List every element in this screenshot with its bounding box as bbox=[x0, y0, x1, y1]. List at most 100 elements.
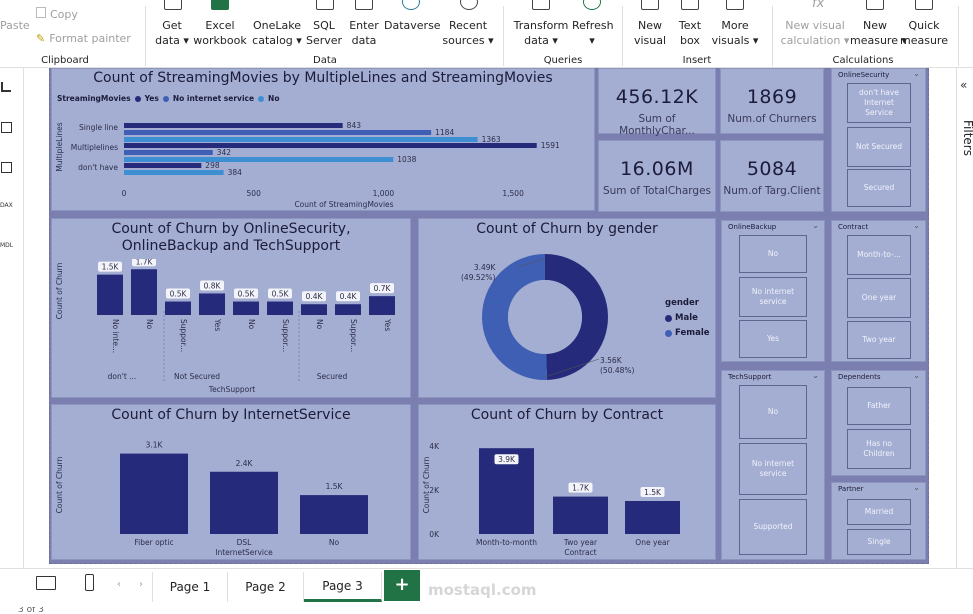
category-label: Multiplelines bbox=[71, 143, 118, 152]
churn-by-internet-service-chart[interactable]: Count of Churn by InternetService 3.1K Fi… bbox=[51, 404, 411, 560]
group-insert: Insert bbox=[682, 55, 712, 66]
category-label: Yes bbox=[213, 318, 222, 331]
paste-button[interactable]: Paste bbox=[0, 18, 30, 33]
slicer-item[interactable]: Secured bbox=[847, 169, 911, 207]
legend-item[interactable]: No bbox=[268, 94, 279, 103]
slicer-item[interactable]: Father bbox=[847, 387, 911, 425]
slicer-partner[interactable]: Partner ⌄ Married Single bbox=[831, 482, 926, 560]
chevron-down-icon[interactable]: ⌄ bbox=[812, 221, 819, 230]
slicer-online-backup[interactable]: OnlineBackup ⌄ No No internet service Yes bbox=[721, 220, 825, 362]
get-data-button[interactable]: Get data ▾ bbox=[152, 18, 192, 48]
chevron-down-icon[interactable]: ⌄ bbox=[913, 221, 920, 230]
data-label: 1.5K bbox=[644, 488, 662, 497]
chevron-down-icon[interactable]: ⌄ bbox=[913, 371, 920, 380]
format-painter-button[interactable]: ✎ Format painter bbox=[36, 31, 131, 46]
slicer-item[interactable]: No internet service bbox=[739, 443, 807, 495]
y-axis-label: MultipleLines bbox=[55, 122, 64, 171]
legend-item[interactable]: Yes bbox=[145, 94, 159, 103]
dataverse-button[interactable]: Dataverse bbox=[384, 18, 441, 33]
y-tick-label: 0K bbox=[429, 530, 440, 539]
slicer-online-security[interactable]: OnlineSecurity ⌄ don't have Internet Serv… bbox=[831, 68, 926, 212]
transform-data-button[interactable]: Transform data ▾ bbox=[510, 18, 572, 48]
slicer-item[interactable]: Two year bbox=[847, 321, 911, 359]
category-label: Suppor... bbox=[349, 319, 358, 352]
chevron-down-icon[interactable]: ⌄ bbox=[913, 483, 920, 492]
onelake-button[interactable]: OneLake catalog ▾ bbox=[250, 18, 304, 48]
add-page-button[interactable]: + bbox=[384, 570, 420, 601]
churn-by-contract-chart[interactable]: Count of Churn by Contract 4K 2K 0K 3.9K Mon… bbox=[418, 404, 716, 560]
desktop-layout-icon[interactable] bbox=[36, 576, 56, 590]
new-visual-calculation-button[interactable]: New visual calculation ▾ bbox=[776, 18, 854, 48]
legend-item-male[interactable]: Male bbox=[665, 311, 710, 326]
category-label: No inte... bbox=[111, 319, 120, 353]
recent-sources-button[interactable]: Recent sources ▾ bbox=[440, 18, 496, 48]
enter-label-2: data bbox=[351, 34, 377, 47]
sql-server-button[interactable]: SQL Server bbox=[306, 18, 342, 48]
slicer-item[interactable]: Not Secured bbox=[847, 127, 911, 167]
bar bbox=[124, 123, 343, 128]
slicer-item[interactable]: No internet service bbox=[739, 277, 807, 317]
chevron-down-icon[interactable]: ⌄ bbox=[913, 69, 920, 78]
kpi-value: 1869 bbox=[746, 86, 798, 108]
slicer-item[interactable]: No bbox=[739, 385, 807, 439]
model-view-icon[interactable] bbox=[1, 162, 12, 173]
text-box-button[interactable]: Text box bbox=[672, 18, 708, 48]
kpi-card-target-clients[interactable]: 5084 Num.of Targ.Client bbox=[720, 140, 824, 212]
prev-page-icon[interactable]: ‹ bbox=[117, 579, 121, 590]
divider bbox=[622, 6, 623, 66]
slicer-item[interactable]: don't have Internet Service bbox=[847, 83, 911, 123]
kpi-card-churners[interactable]: 1869 Num.of Churners bbox=[720, 68, 824, 134]
chevron-down-icon[interactable]: ⌄ bbox=[812, 371, 819, 380]
page-tab-2[interactable]: Page 2 bbox=[228, 572, 304, 602]
category-label: Suppor... bbox=[179, 319, 188, 352]
churn-by-security-chart[interactable]: Count of Churn by OnlineSecurity, Online… bbox=[51, 218, 411, 398]
refresh-button[interactable]: Refresh ▾ bbox=[572, 18, 614, 48]
label-pct: (49.52%) bbox=[461, 273, 496, 282]
kpi-card-total-charges[interactable]: 16.06M Sum of TotalCharges bbox=[598, 140, 716, 212]
dax-view-icon[interactable]: DAX bbox=[0, 202, 13, 209]
category-label: Two year bbox=[563, 538, 598, 547]
chart-plot: 1.5K No inte... 1.7K No 0.5K Suppor... 0.8K Yes… bbox=[55, 259, 395, 394]
onelake-label-2: catalog ▾ bbox=[252, 34, 302, 47]
table-view-icon[interactable] bbox=[1, 122, 12, 133]
donut-hole bbox=[508, 280, 582, 354]
filters-pane[interactable]: « Filters bbox=[956, 68, 973, 572]
legend-item-female[interactable]: Female bbox=[665, 326, 710, 341]
slicer-item[interactable]: Has no Children bbox=[847, 429, 911, 469]
legend-swatch-no bbox=[258, 95, 265, 102]
copy-label: Copy bbox=[50, 8, 78, 21]
page-tab-3[interactable]: Page 3 bbox=[304, 572, 382, 602]
divider bbox=[503, 6, 504, 66]
report-view-icon[interactable] bbox=[1, 82, 11, 92]
slicer-item[interactable]: Single bbox=[847, 529, 911, 555]
copy-button[interactable]: Copy bbox=[36, 7, 78, 22]
slicer-tech-support[interactable]: TechSupport ⌄ No No internet service Supp… bbox=[721, 370, 825, 560]
slicer-dependents[interactable]: Dependents ⌄ Father Has no Children bbox=[831, 370, 926, 476]
quick-measure-button[interactable]: Quick measure bbox=[900, 18, 948, 48]
streaming-movies-chart[interactable]: Count of StreamingMovies by MultipleLine… bbox=[51, 68, 595, 211]
slicer-item[interactable]: Yes bbox=[739, 320, 807, 358]
next-page-icon[interactable]: › bbox=[139, 579, 143, 590]
kpi-card-monthly-charges[interactable]: 456.12K Sum of MonthlyChar... bbox=[598, 68, 716, 137]
excel-button[interactable]: Excel workbook bbox=[192, 18, 248, 48]
mobile-layout-icon[interactable] bbox=[85, 574, 94, 591]
more-visuals-button[interactable]: More visuals ▾ bbox=[710, 18, 760, 48]
category-label: No bbox=[247, 319, 256, 330]
slicer-item[interactable]: Month-to-... bbox=[847, 235, 911, 275]
slicer-contract[interactable]: Contract ⌄ Month-to-... One year Two year bbox=[831, 220, 926, 362]
slicer-item[interactable]: One year bbox=[847, 278, 911, 318]
slicer-item[interactable]: No bbox=[739, 235, 807, 273]
slicer-item[interactable]: Married bbox=[847, 499, 911, 525]
enter-data-button[interactable]: Enter data bbox=[346, 18, 382, 48]
new-visual-button[interactable]: New visual bbox=[628, 18, 672, 48]
legend-item[interactable]: No internet service bbox=[173, 94, 254, 103]
group-label: Not Secured bbox=[174, 372, 220, 381]
collapse-icon[interactable]: « bbox=[960, 78, 967, 92]
page-tab-1[interactable]: Page 1 bbox=[152, 572, 228, 602]
tmdl-view-icon[interactable]: MDL bbox=[0, 242, 13, 249]
chart-plot: 3.1K Fiber optic 2.4K DSL 1.5K No InternetServ… bbox=[55, 441, 368, 557]
churn-by-gender-chart[interactable]: Count of Churn by gender 3.49K (49.52%) 3… bbox=[418, 218, 716, 398]
new-measure-button[interactable]: New measure ▾ bbox=[850, 18, 907, 48]
excel-label-2: workbook bbox=[193, 34, 247, 47]
slicer-item[interactable]: Supported bbox=[739, 499, 807, 555]
